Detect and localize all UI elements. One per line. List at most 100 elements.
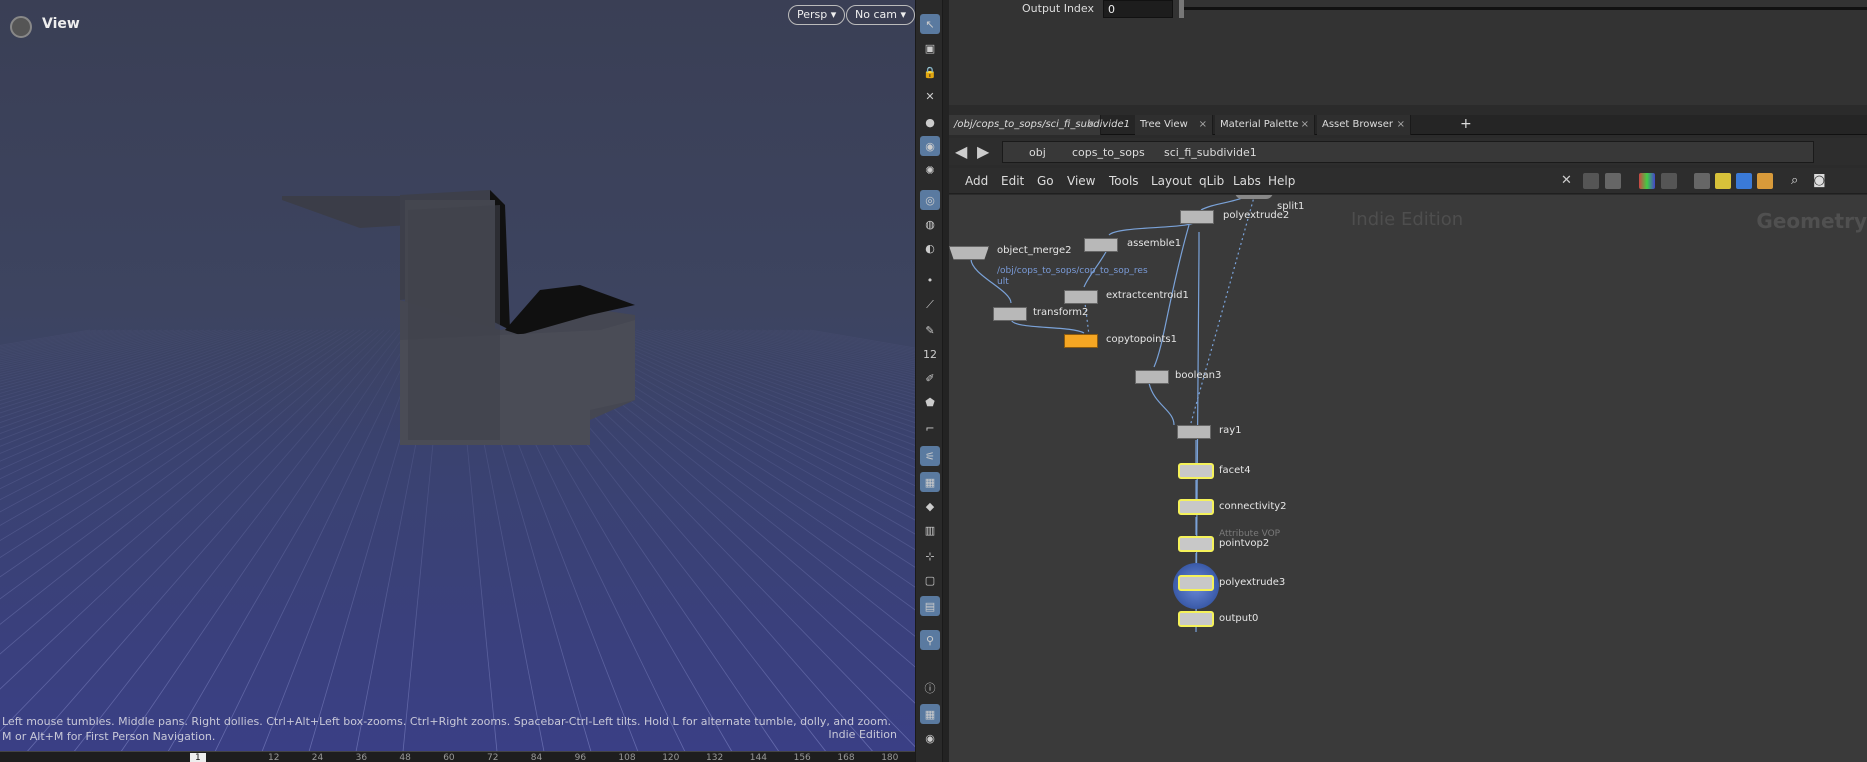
timeline-tick: 168 [837,753,855,762]
node-polyextrude2[interactable] [1180,210,1214,224]
node-label-ray1: ray1 [1219,425,1242,436]
node-split1[interactable] [1235,195,1273,199]
list-icon[interactable] [1605,173,1621,189]
back-arrow-icon[interactable]: ◀ [955,142,967,161]
sticky-note-icon[interactable] [1715,173,1731,189]
layout-icon[interactable]: ▦ [920,704,940,724]
eye-icon[interactable]: ◉ [920,728,940,748]
node-facet4[interactable] [1178,463,1214,479]
visibility-icon[interactable]: ◍ [920,214,940,234]
menu-add[interactable]: Add [965,174,988,188]
background-icon[interactable]: ▤ [920,596,940,616]
close-icon[interactable]: × [1199,115,1207,135]
node-output0[interactable] [1178,611,1214,627]
timeline-tick: 84 [530,753,543,762]
wrench-icon[interactable]: ✕ [1561,173,1577,189]
node-ray1[interactable] [1177,425,1211,439]
menu-layout[interactable]: Layout [1151,174,1192,188]
camera-icon[interactable]: ◎ [920,190,940,210]
diamond-icon[interactable]: ◆ [920,496,940,516]
pin-icon[interactable]: ⚲ [920,630,940,650]
snap-icon[interactable]: ◉ [920,136,940,156]
sphere-icon[interactable]: ● [920,112,940,132]
scene-viewport[interactable]: View Persp ▾ No cam ▾ Left mouse tumbles… [0,0,915,762]
display-icon[interactable]: ▥ [920,520,940,540]
node-boolean3[interactable] [1135,370,1169,384]
output-index-slider[interactable] [1179,7,1867,10]
handle-icon[interactable]: ▣ [920,38,940,58]
node-connectivity2[interactable] [1178,499,1214,515]
menu-go[interactable]: Go [1037,174,1054,188]
menu-tools[interactable]: Tools [1109,174,1139,188]
timeline-tick: 156 [793,753,811,762]
timeline-tick: 24 [311,753,324,762]
tab-network[interactable]: /obj/cops_to_sops/sci_fi_subdivide1 × [949,115,1130,135]
close-icon[interactable]: × [1397,115,1405,135]
node-pointvop2[interactable] [1178,536,1214,552]
corner-icon[interactable]: ⌐ [920,418,940,438]
add-tab-button[interactable]: + [1460,116,1472,132]
camera-snapshot-icon[interactable]: ◙ [1813,173,1829,189]
brush-icon[interactable]: ✎ [920,320,940,340]
paint-icon[interactable]: ✐ [920,368,940,388]
node-label-connectivity2: connectivity2 [1219,501,1287,512]
crumb-cops-to-sops[interactable]: cops_to_sops [1072,146,1145,159]
crumb-obj[interactable]: obj [1029,146,1046,159]
ghost-icon[interactable]: ✕ [920,86,940,106]
object-merge-path: /obj/cops_to_sops/cop_to_sop_res [997,266,1148,276]
node-assemble1[interactable] [1084,238,1118,252]
stamp-icon[interactable]: ⬟ [920,392,940,412]
view-menu-icon[interactable] [10,16,32,38]
select-tool-icon[interactable]: ↖ [920,14,940,34]
table-icon[interactable] [1661,173,1677,189]
close-icon[interactable]: × [1087,115,1095,135]
axis-icon[interactable]: ⊹ [920,546,940,566]
lock-icon[interactable]: 🔒 [920,62,940,82]
edge-icon[interactable]: ⟋ [920,295,940,315]
node-label-pointvop2: pointvop2 [1219,538,1270,549]
stack-icon[interactable] [1757,173,1773,189]
point-icon[interactable]: • [920,270,940,290]
forward-arrow-icon[interactable]: ▶ [977,142,989,161]
menu-labs[interactable]: Labs [1233,174,1261,188]
crumb-sci-fi-subdivide[interactable]: sci_fi_subdivide1 [1164,146,1257,159]
timeline-bar[interactable]: 1 12 24 36 48 60 72 84 96 108 120 132 144 156 168 180 [0,751,915,762]
render-icon[interactable]: ◐ [920,238,940,258]
output-index-field[interactable]: 0 [1103,0,1173,18]
light-icon[interactable]: ✺ [920,160,940,180]
network-box-icon[interactable] [1694,173,1710,189]
number-icon[interactable]: 12 [920,344,940,364]
node-extractcentroid1[interactable] [1064,290,1098,304]
viewport-title: View [42,16,80,32]
menu-help[interactable]: Help [1268,174,1295,188]
tab-material-palette[interactable]: Material Palette × [1215,115,1315,135]
current-frame[interactable]: 1 [190,753,206,762]
menu-view[interactable]: View [1067,174,1095,188]
output-index-label: Output Index [1022,2,1094,15]
slider-handle[interactable] [1179,0,1184,18]
node-label-copytopoints1: copytopoints1 [1106,334,1177,345]
node-transform2[interactable] [993,307,1027,321]
grid-icon[interactable]: ▦ [920,472,940,492]
close-icon[interactable]: × [1301,115,1309,135]
node-polyextrude3[interactable] [1178,575,1214,591]
tree-icon[interactable] [1583,173,1599,189]
perspective-button[interactable]: Persp ▾ [788,5,846,25]
camera-button[interactable]: No cam ▾ [846,5,915,25]
wire-icon[interactable]: ⚟ [920,446,940,466]
timeline-tick: 36 [355,753,368,762]
search-icon[interactable]: ⌕ [1791,173,1807,189]
node-copytopoints1[interactable] [1064,334,1098,348]
node-object-merge2[interactable] [949,246,989,260]
image-icon[interactable] [1736,173,1752,189]
menu-qlib[interactable]: qLib [1199,174,1224,188]
tab-asset-browser[interactable]: Asset Browser × [1317,115,1411,135]
tab-tree-view[interactable]: Tree View × [1135,115,1213,135]
menu-edit[interactable]: Edit [1001,174,1024,188]
color-grid-icon[interactable] [1639,173,1655,189]
network-editor[interactable]: Indie Edition Geometry split1 polyextrud… [949,195,1867,762]
object-merge-path-cont: ult [997,277,1009,287]
info-icon[interactable]: ⓘ [920,678,940,698]
node-label-boolean3: boolean3 [1175,370,1222,381]
frame-icon[interactable]: ▢ [920,570,940,590]
